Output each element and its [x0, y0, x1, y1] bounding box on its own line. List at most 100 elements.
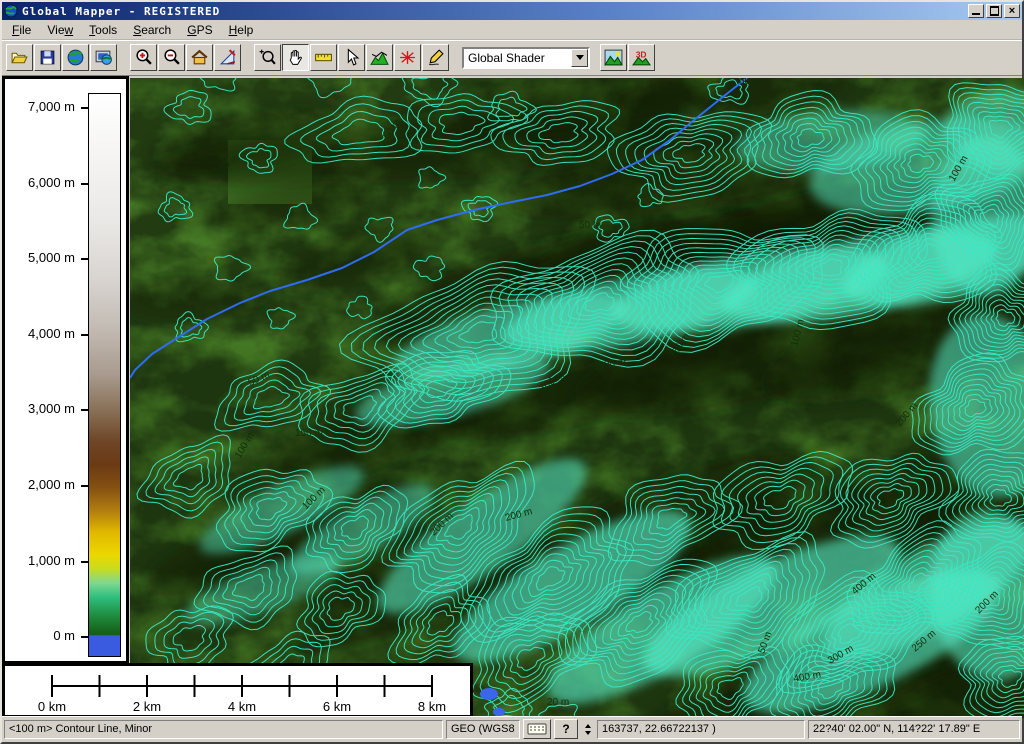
legend-tick — [81, 409, 88, 411]
menu-item-tools[interactable]: Tools — [81, 21, 125, 39]
legend-tick — [81, 258, 88, 260]
measure-tool-button[interactable] — [310, 44, 337, 71]
scale-label: 6 km — [323, 699, 351, 714]
zoom-in-icon — [134, 48, 153, 67]
save-workspace-icon — [38, 48, 57, 67]
restore-icon — [990, 7, 999, 15]
scale-bar: 0 km 2 km 4 km 6 km 8 km — [2, 663, 473, 718]
zoom-out-button[interactable] — [158, 44, 185, 71]
status-cursor-coords: 163737, 22.66722137 ) — [597, 720, 805, 739]
contour-label: 50 m — [579, 220, 601, 231]
legend-label: 1,000 m — [28, 553, 75, 568]
status-lat-lon: 22?40' 02.00" N, 114?22' 17.89" E — [808, 720, 1020, 739]
minimize-icon — [972, 13, 980, 15]
zoom-tool-button[interactable] — [254, 44, 281, 71]
status-feature-text: <100 m> Contour Line, Minor — [4, 720, 443, 739]
menu-item-file[interactable]: File — [4, 21, 39, 39]
path-profile-button[interactable] — [366, 44, 393, 71]
legend-label: 4,000 m — [28, 326, 75, 341]
restore-button[interactable] — [986, 4, 1002, 18]
save-workspace-button[interactable] — [34, 44, 61, 71]
contour-label: 50 m — [739, 78, 761, 87]
2d-view-icon — [604, 48, 623, 67]
close-button[interactable]: × — [1004, 4, 1020, 18]
measure-tool-icon — [314, 48, 333, 67]
open-file-icon — [10, 48, 29, 67]
menu-bar: FileViewToolsSearchGPSHelp — [2, 20, 1022, 40]
contour-label: 20 m — [547, 697, 569, 708]
view-shed-button[interactable] — [394, 44, 421, 71]
spinner-down-icon[interactable] — [585, 731, 591, 735]
global-mapper-window: { "window": { "title": "Global Mapper - … — [0, 0, 1024, 744]
menu-item-help[interactable]: Help — [221, 21, 262, 39]
full-view-icon — [190, 48, 209, 67]
web-import-button[interactable] — [62, 44, 89, 71]
legend-label: 7,000 m — [28, 99, 75, 114]
pan-tool-icon — [286, 48, 305, 67]
open-file-button[interactable] — [6, 44, 33, 71]
shader-select[interactable]: Global Shader — [462, 47, 590, 69]
spinner-up-icon[interactable] — [585, 724, 591, 728]
legend-tick — [81, 334, 88, 336]
legend-label: 0 m — [53, 628, 75, 643]
close-icon: × — [1009, 5, 1015, 17]
zoom-out-icon — [162, 48, 181, 67]
legend-tick — [81, 485, 88, 487]
digitizer-tool-button[interactable] — [422, 44, 449, 71]
web-import-icon — [66, 48, 85, 67]
svg-text:3D: 3D — [636, 50, 647, 60]
pointer-tool-button[interactable] — [338, 44, 365, 71]
toolbar-group — [130, 44, 242, 71]
legend-tick — [81, 561, 88, 563]
full-view-button[interactable] — [186, 44, 213, 71]
keyboard-icon — [527, 723, 547, 735]
elevation-gradient-bar — [88, 93, 121, 657]
map-canvas[interactable]: 50 m100 m50 m50 m500 m300 m750 m100 m50 … — [130, 78, 1024, 718]
legend-tick — [81, 107, 88, 109]
overlay-control-button[interactable] — [90, 44, 117, 71]
3d-view-icon: 3D — [632, 48, 651, 67]
window-title: Global Mapper - REGISTERED — [22, 5, 968, 18]
scale-label: 8 km — [418, 699, 446, 714]
contour-label: 150 m — [295, 428, 323, 439]
overlay-control-icon — [94, 48, 113, 67]
help-button[interactable]: ? — [554, 719, 578, 739]
zoom-spinner[interactable] — [581, 719, 594, 739]
toolbar-button-groups — [6, 44, 462, 71]
3d-view-button[interactable]: 3D — [628, 44, 655, 71]
elevation-legend: 7,000 m 6,000 m 5,000 m 4,000 m 3,000 m 2,000… — [2, 76, 129, 664]
path-profile-icon — [370, 48, 389, 67]
coordinate-draw-button[interactable] — [214, 44, 241, 71]
legend-tick — [81, 636, 88, 638]
chevron-down-icon[interactable] — [571, 49, 588, 67]
menu-item-view[interactable]: View — [39, 21, 81, 39]
status-projection: GEO (WGS8 — [446, 720, 520, 739]
legend-label: 2,000 m — [28, 477, 75, 492]
pan-tool-button[interactable] — [282, 44, 309, 71]
menu-item-gps[interactable]: GPS — [179, 21, 220, 39]
digitizer-tool-icon — [426, 48, 445, 67]
legend-label: 3,000 m — [28, 402, 75, 417]
2d-view-button[interactable] — [600, 44, 627, 71]
scale-label: 4 km — [228, 699, 256, 714]
toolbar-group — [254, 44, 450, 71]
scale-label: 2 km — [133, 699, 161, 714]
title-bar: Global Mapper - REGISTERED × — [2, 2, 1022, 20]
legend-tick — [81, 183, 88, 185]
view-buttons: 3D — [600, 44, 656, 71]
zoom-in-button[interactable] — [130, 44, 157, 71]
zoom-tool-icon — [258, 48, 277, 67]
status-bar: <100 m> Contour Line, Minor GEO (WGS8 ? … — [2, 716, 1022, 742]
shader-select-value: Global Shader — [464, 51, 571, 65]
keyboard-button[interactable] — [523, 719, 551, 739]
legend-label: 5,000 m — [28, 250, 75, 265]
coordinate-draw-icon — [218, 48, 237, 67]
toolbar-group — [6, 44, 118, 71]
scale-label: 0 km — [38, 699, 66, 714]
app-icon — [4, 4, 18, 18]
toolbar: Global Shader 3D — [2, 40, 1022, 76]
menu-item-search[interactable]: Search — [125, 21, 179, 39]
minimize-button[interactable] — [968, 4, 984, 18]
view-shed-icon — [398, 48, 417, 67]
legend-label: 6,000 m — [28, 175, 75, 190]
